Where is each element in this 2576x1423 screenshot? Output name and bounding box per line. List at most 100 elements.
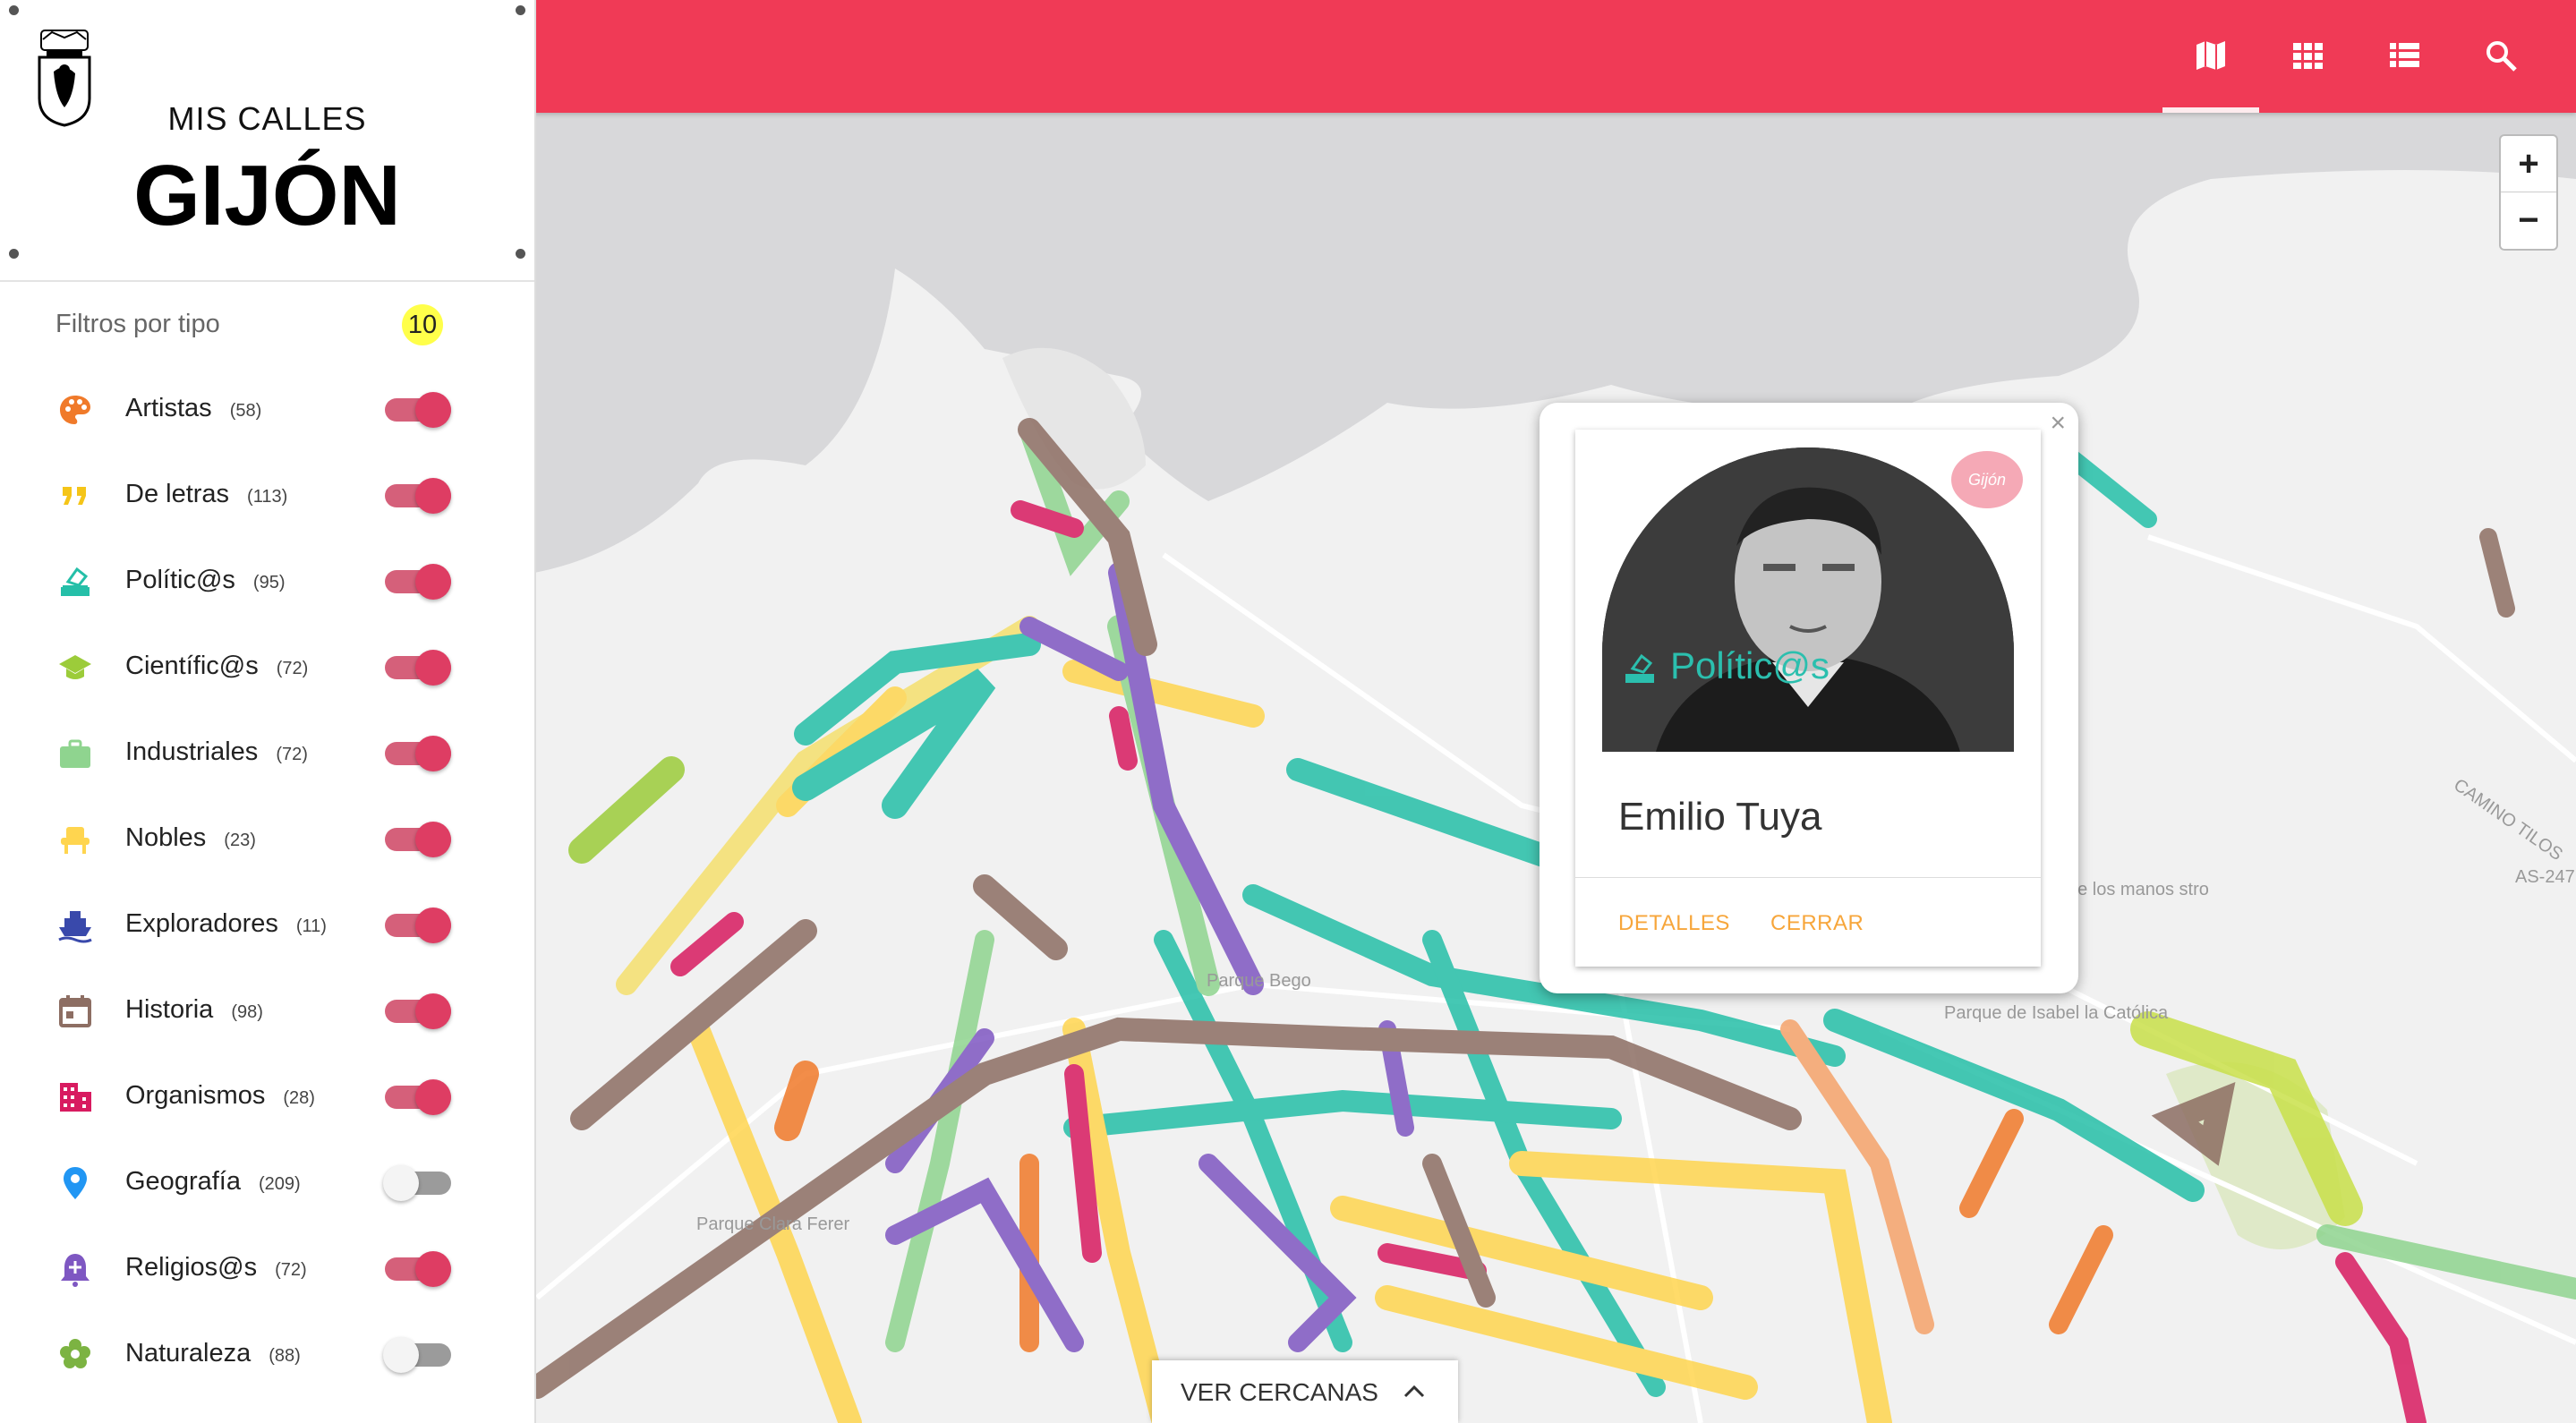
filter-count: (28) — [283, 1088, 315, 1108]
map-label-park: Parque Bego — [1207, 971, 1311, 991]
brand-small: MIS CALLES — [167, 100, 367, 137]
filter-row-exploradores[interactable]: Exploradores (11) — [0, 882, 534, 968]
ballot-icon — [1625, 653, 1654, 683]
filter-count: (95) — [252, 573, 286, 592]
bell-icon — [61, 1254, 90, 1287]
rivet — [516, 249, 525, 259]
building-icon — [60, 1083, 91, 1112]
filter-count: (72) — [276, 659, 309, 678]
nearby-label: VER CERCANAS — [1181, 1378, 1378, 1406]
filter-label: Naturaleza — [125, 1339, 252, 1368]
portrait-photo — [1602, 447, 2014, 752]
close-button[interactable]: CERRAR — [1770, 911, 1864, 936]
filter-toggle[interactable] — [385, 1079, 451, 1115]
filter-toggle[interactable] — [383, 1337, 451, 1373]
filter-row-organismos[interactable]: Organismos (28) — [0, 1054, 534, 1140]
filter-count: (72) — [276, 745, 308, 764]
filter-toggle[interactable] — [385, 1251, 451, 1287]
zoom-control: + − — [2499, 134, 2558, 251]
graduation-cap-icon — [59, 655, 91, 679]
filter-label: Industriales — [125, 737, 259, 766]
filter-count: (209) — [258, 1174, 301, 1194]
filter-label: Organismos — [125, 1081, 266, 1110]
filters-header: Filtros por tipo — [55, 310, 220, 338]
filter-row-industriales[interactable]: Industriales (72) — [0, 711, 534, 797]
details-button[interactable]: DETALLES — [1618, 911, 1730, 936]
filter-row-nobles[interactable]: Nobles (23) — [0, 797, 534, 882]
filter-row-politicos[interactable]: Polític@s (95) — [0, 539, 534, 625]
person-card: Gijón Polític@s Emilio Tuya DETALLES CER… — [1575, 430, 2041, 967]
chevron-up-icon — [1403, 1385, 1425, 1398]
filter-label: Artistas — [125, 394, 212, 422]
filter-row-artistas[interactable]: Artistas (58) — [0, 367, 534, 453]
brand-big: GIJÓN — [133, 148, 401, 243]
top-bar — [534, 0, 2576, 113]
list-view-button[interactable] — [2356, 25, 2452, 88]
search-icon — [2486, 41, 2517, 72]
grid-icon — [2293, 43, 2323, 69]
filter-count: (98) — [231, 1002, 263, 1022]
filter-toggle[interactable] — [385, 822, 451, 857]
ballot-icon — [61, 567, 90, 596]
active-filter-count-badge: 10 — [402, 304, 443, 345]
street-sign-header: MIS CALLES GIJÓN — [0, 0, 534, 282]
calendar-icon — [59, 995, 91, 1027]
filter-count: (113) — [247, 487, 288, 507]
filter-row-religiosos[interactable]: Religios@s (72) — [0, 1226, 534, 1312]
map-label-park: Parque de Isabel la Católica — [1944, 1003, 2169, 1023]
filter-label: Historia — [125, 995, 214, 1024]
search-button[interactable] — [2452, 25, 2549, 88]
filter-count: (11) — [295, 916, 327, 936]
filter-toggle[interactable] — [385, 736, 451, 771]
grid-view-button[interactable] — [2259, 25, 2356, 88]
flower-icon — [60, 1339, 90, 1368]
briefcase-icon — [60, 739, 90, 768]
filter-label: Geografía — [125, 1167, 241, 1196]
sidebar: MIS CALLES GIJÓN Filtros por tipo 10 Art… — [0, 0, 536, 1423]
filter-label: Nobles — [125, 823, 207, 852]
nearby-panel-button[interactable]: VER CERCANAS — [1152, 1360, 1458, 1423]
filter-label: Religios@s — [125, 1253, 258, 1282]
map-pin-icon — [64, 1167, 87, 1199]
person-name: Emilio Tuya — [1618, 795, 1822, 839]
rivet — [9, 5, 19, 15]
filter-toggle[interactable] — [385, 650, 451, 686]
palette-icon — [60, 396, 90, 424]
filter-count: (58) — [229, 401, 262, 421]
filter-label: Polític@s — [125, 566, 235, 594]
divider — [1575, 877, 2041, 878]
filter-count: (23) — [224, 831, 256, 850]
filter-toggle[interactable] — [385, 392, 451, 428]
zoom-in-button[interactable]: + — [2501, 136, 2556, 192]
filter-toggle[interactable] — [385, 907, 451, 943]
map-icon — [2196, 41, 2225, 70]
map-label-park: Parque Clara Ferer — [696, 1214, 850, 1234]
filter-row-de-letras[interactable]: De letras (113) — [0, 453, 534, 539]
throne-icon — [61, 827, 90, 854]
filter-count: (72) — [275, 1260, 307, 1280]
filter-row-historia[interactable]: Historia (98) — [0, 968, 534, 1054]
filter-row-naturaleza[interactable]: Naturaleza (88) — [0, 1312, 534, 1398]
rivet — [516, 5, 525, 15]
filter-toggle[interactable] — [385, 993, 451, 1029]
zoom-out-button[interactable]: − — [2501, 192, 2556, 248]
filter-label: Científic@s — [125, 652, 259, 680]
filter-toggle[interactable] — [385, 478, 451, 514]
filter-toggle[interactable] — [383, 1165, 451, 1201]
filter-count: (88) — [269, 1346, 301, 1366]
list-icon — [2390, 43, 2419, 67]
map-view-button[interactable] — [2162, 25, 2259, 88]
quote-icon — [63, 487, 86, 505]
filter-label: De letras — [125, 480, 230, 508]
map-label-road-number: AS-247 — [2515, 867, 2575, 887]
active-view-indicator — [2162, 107, 2259, 113]
filter-row-cientificos[interactable]: Científic@s (72) — [0, 625, 534, 711]
filter-row-geografia[interactable]: Geografía (209) — [0, 1140, 534, 1226]
filter-toggle[interactable] — [385, 564, 451, 600]
gijon-stamp-logo: Gijón — [1951, 451, 2023, 508]
ship-icon — [58, 911, 92, 943]
filter-label: Exploradores — [125, 909, 278, 938]
street-popup: × Gijón Polític@s Emilio Tuya DETALLES C… — [1540, 403, 2078, 993]
rivet — [9, 249, 19, 259]
popup-close-icon[interactable]: × — [2050, 408, 2066, 439]
